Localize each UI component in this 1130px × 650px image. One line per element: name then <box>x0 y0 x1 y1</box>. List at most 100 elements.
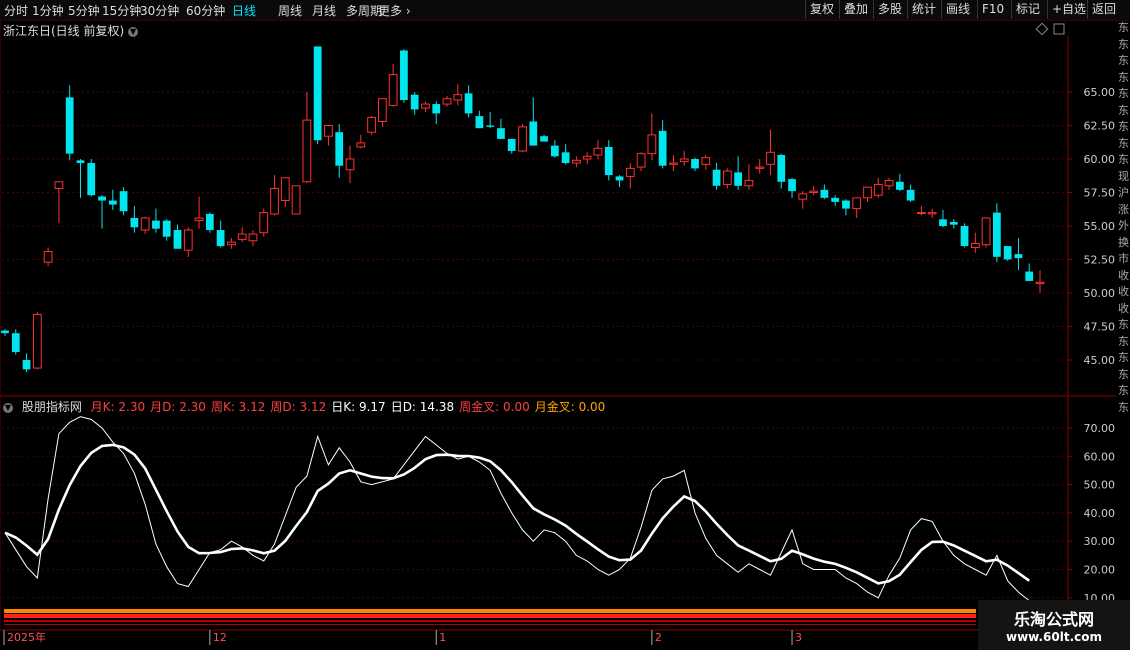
daily-d-line <box>4 443 1030 585</box>
price-tick-label: 50.00 <box>1084 287 1116 300</box>
candle-body <box>593 147 603 156</box>
candle-body <box>237 233 247 240</box>
candle-body <box>820 189 829 198</box>
price-tick-label: 57.50 <box>1084 187 1116 200</box>
date-label: 12 <box>213 631 227 644</box>
brand-watermark: 乐淘公式网 www.60lt.com <box>978 600 1130 650</box>
candle-body <box>22 360 31 370</box>
candle-body <box>734 172 743 186</box>
candle-body <box>722 170 732 185</box>
date-label: 1 <box>439 631 446 644</box>
candle-body <box>831 197 840 202</box>
candle-body <box>173 230 182 249</box>
candle-body <box>561 152 570 164</box>
candle-body <box>302 119 312 183</box>
candle-body <box>917 212 926 215</box>
candle-body <box>367 116 376 133</box>
candle-body <box>798 193 808 200</box>
indicator-value-6: 周金叉: 0.00 <box>459 400 530 414</box>
brand-url: www.60lt.com <box>1005 630 1103 644</box>
indicator-value-0: 月K: 2.30 <box>90 400 146 414</box>
candle-body <box>11 333 20 352</box>
diamond-icon <box>1035 22 1049 36</box>
candle-body <box>291 185 301 215</box>
candle-body <box>1025 271 1034 281</box>
indicator-tick-label: 20.00 <box>1084 564 1116 577</box>
indicator-tick-label: 40.00 <box>1084 507 1116 520</box>
candle-body <box>927 212 937 215</box>
indicator-value-3: 周D: 3.12 <box>270 400 327 414</box>
candle-body <box>432 104 441 114</box>
indicator-values: 月K: 2.30 月D: 2.30 周K: 3.12 周D: 3.12 日K: 9.17… <box>91 400 611 414</box>
candle-body <box>259 212 269 234</box>
candle-body <box>625 167 635 177</box>
candle-body <box>852 197 862 210</box>
candle-body <box>615 176 624 181</box>
candle-body <box>1035 281 1045 285</box>
candle-body <box>895 181 904 190</box>
candle-body <box>140 217 150 231</box>
candle-body <box>981 217 991 246</box>
candle-body <box>507 138 516 151</box>
candle-body <box>194 217 204 222</box>
chevron-down-icon[interactable]: ▼ <box>3 402 13 413</box>
candle-body <box>32 313 42 369</box>
candle-body <box>949 221 958 225</box>
price-tick-label: 62.50 <box>1084 120 1116 133</box>
candle-body <box>388 74 398 106</box>
indicator-legend: ▼ 股朋指标网 月K: 2.30 月D: 2.30 周K: 3.12 周D: 3.12… <box>3 398 615 415</box>
candle-body <box>486 125 495 127</box>
indicator-name: 股朋指标网 <box>21 400 82 414</box>
candle-body <box>410 94 419 110</box>
candle-body <box>679 158 689 163</box>
candle-body <box>475 116 484 129</box>
candle-body <box>884 179 894 187</box>
candle-body <box>345 158 355 171</box>
candle-body <box>98 196 106 201</box>
indicator-value-7: 月金叉: 0.00 <box>534 400 606 414</box>
candle-body <box>442 98 452 105</box>
candle-body <box>960 226 969 247</box>
candle-body <box>712 169 721 186</box>
candle-body <box>529 121 538 146</box>
candle-body <box>518 126 527 152</box>
side-info-strip: 东东东东东东东东东现沪涨外换市收收收东东东东东东 <box>1118 21 1129 414</box>
candle-body <box>1 330 9 334</box>
candle-body <box>497 128 505 139</box>
price-tick-label: 45.00 <box>1084 354 1116 367</box>
candle-body <box>658 130 667 166</box>
candle-body <box>744 179 754 187</box>
price-tick-label: 52.50 <box>1084 254 1116 267</box>
indicator-value-5: 日D: 14.38 <box>390 400 455 414</box>
date-label: 2 <box>655 631 662 644</box>
candle-body <box>788 179 796 192</box>
daily-k-line <box>4 416 1030 601</box>
weekly-band <box>4 614 976 618</box>
candle-body <box>777 154 786 182</box>
price-tick-label: 55.00 <box>1084 220 1116 233</box>
indicator-value-4: 日K: 9.17 <box>331 400 386 414</box>
candle-body <box>280 177 290 202</box>
price-tick-label: 47.50 <box>1084 321 1116 334</box>
candle-body <box>216 230 225 247</box>
candle-body <box>152 220 160 229</box>
candle-body <box>550 145 559 157</box>
candle-body <box>766 151 775 165</box>
candle-body <box>43 250 53 263</box>
candle-body <box>701 157 711 165</box>
chart-canvas: 65.00 62.50 60.00 57.50 55.00 52.50 50.00 47.50… <box>0 20 1116 645</box>
candle-body <box>604 146 613 176</box>
candle-body <box>335 132 344 166</box>
candle-body <box>130 217 139 228</box>
candle-body <box>313 46 322 141</box>
candle-body <box>464 93 473 114</box>
candle-body <box>183 229 193 251</box>
candle-body <box>1003 246 1012 260</box>
candle-body <box>119 191 128 212</box>
candle-body <box>162 220 171 237</box>
candle-body <box>647 134 657 155</box>
candle-body <box>65 97 74 154</box>
candle-body <box>421 103 430 109</box>
candle-body <box>400 50 408 101</box>
candle-body <box>453 94 463 101</box>
